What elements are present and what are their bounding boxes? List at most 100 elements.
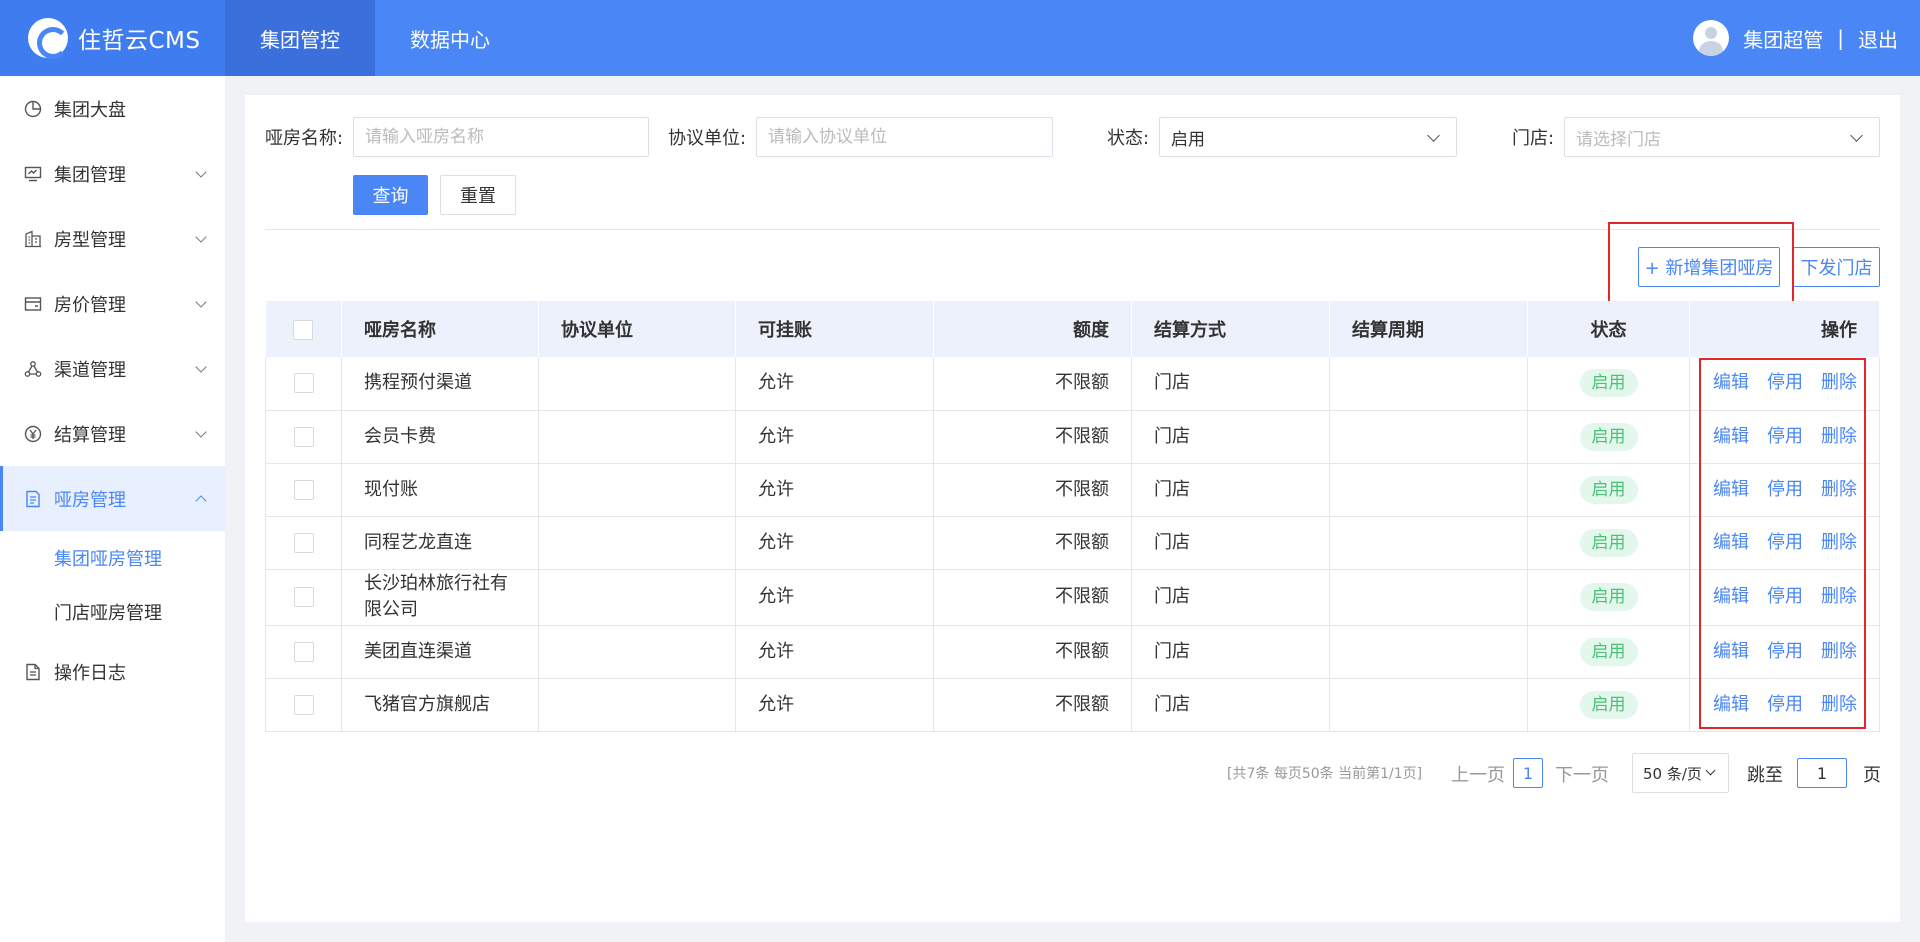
disable-link[interactable]: 停用 — [1767, 639, 1803, 665]
dispatch-button-label: 下发门店 — [1800, 258, 1873, 279]
sidebar-item-label: 房价管理 — [54, 294, 126, 316]
cell-credit: 允许 — [735, 463, 934, 517]
cell-cycle — [1329, 625, 1528, 679]
chevron-down-icon — [195, 296, 207, 308]
tab-label: 数据中心 — [410, 27, 490, 52]
sidebar-item-group-management[interactable]: 集团管理 — [0, 141, 225, 206]
sidebar-item-settlement[interactable]: 结算管理 — [0, 401, 225, 466]
cell-limit: 不限额 — [933, 516, 1132, 570]
disable-link[interactable]: 停用 — [1767, 424, 1803, 450]
sidebar-item-channel[interactable]: 渠道管理 — [0, 336, 225, 401]
disable-link[interactable]: 停用 — [1767, 530, 1803, 556]
row-checkbox[interactable] — [293, 694, 314, 715]
add-group-dummy-room-button[interactable]: + 新增集团哑房 — [1638, 247, 1780, 287]
reset-button[interactable]: 重置 — [440, 175, 516, 215]
row-checkbox[interactable] — [293, 532, 314, 553]
status-badge: 启用 — [1579, 637, 1638, 666]
edit-link[interactable]: 编辑 — [1713, 477, 1749, 503]
delete-link[interactable]: 删除 — [1821, 584, 1857, 610]
delete-link[interactable]: 删除 — [1821, 692, 1857, 718]
sidebar-subitem-group-dummy-room[interactable]: 集团哑房管理 — [0, 531, 225, 585]
room-name-input[interactable] — [353, 117, 649, 157]
sidebar-item-dummy-room[interactable]: 哑房管理 — [0, 466, 225, 531]
sidebar-subitem-label: 集团哑房管理 — [54, 549, 162, 570]
page-number-button[interactable]: 1 — [1513, 758, 1543, 788]
tab-data-center[interactable]: 数据中心 — [375, 0, 525, 76]
disable-link[interactable]: 停用 — [1767, 584, 1803, 610]
delete-link[interactable]: 删除 — [1821, 370, 1857, 396]
sidebar-item-room-price[interactable]: 房价管理 — [0, 271, 225, 336]
sidebar-item-dashboard[interactable]: 集团大盘 — [0, 76, 225, 141]
logout-link[interactable]: 退出 — [1858, 24, 1898, 53]
col-header: 可挂账 — [735, 301, 934, 357]
delete-link[interactable]: 删除 — [1821, 530, 1857, 556]
delete-link[interactable]: 删除 — [1821, 424, 1857, 450]
status-label: 状态: — [1107, 128, 1150, 149]
document-icon — [24, 490, 42, 508]
sidebar-item-label: 结算管理 — [54, 424, 126, 446]
row-checkbox[interactable] — [293, 426, 314, 447]
edit-link[interactable]: 编辑 — [1713, 692, 1749, 718]
cell-limit: 不限额 — [933, 569, 1132, 626]
select-all-cell — [265, 301, 342, 357]
page-size-select[interactable]: 50 条/页 — [1632, 753, 1729, 793]
top-header: 住哲云CMS 集团管控 数据中心 集团超管 | 退出 — [0, 0, 1920, 76]
avatar-icon[interactable] — [1693, 20, 1730, 56]
disable-link[interactable]: 停用 — [1767, 477, 1803, 503]
add-button-label: + 新增集团哑房 — [1644, 258, 1774, 279]
row-checkbox[interactable] — [293, 479, 314, 500]
row-checkbox[interactable] — [293, 641, 314, 662]
store-select[interactable]: 请选择门店 — [1564, 117, 1880, 157]
cell-agreement — [538, 463, 736, 517]
delete-link[interactable]: 删除 — [1821, 477, 1857, 503]
row-actions: 编辑 停用 删除 — [1712, 370, 1857, 396]
tab-group-control[interactable]: 集团管控 — [225, 0, 375, 76]
disable-link[interactable]: 停用 — [1767, 370, 1803, 396]
edit-link[interactable]: 编辑 — [1713, 370, 1749, 396]
cell-limit: 不限额 — [933, 410, 1132, 464]
page-suffix: 页 — [1863, 765, 1881, 786]
cell-status: 启用 — [1527, 678, 1690, 732]
user-name[interactable]: 集团超管 — [1743, 24, 1823, 53]
table-row: 长沙珀林旅行社有限公司 允许 不限额 门店 启用 编辑 停用 删除 — [265, 569, 1880, 626]
main-panel: 哑房名称: 协议单位: 状态: 启用 门店: 请选择门店 查询 重置 + 新增集… — [245, 95, 1900, 922]
cell-agreement — [538, 625, 736, 679]
cell-cycle — [1329, 678, 1528, 732]
edit-link[interactable]: 编辑 — [1713, 424, 1749, 450]
table-row: 会员卡费 允许 不限额 门店 启用 编辑 停用 删除 — [265, 410, 1880, 464]
sidebar-subitem-store-dummy-room[interactable]: 门店哑房管理 — [0, 585, 225, 639]
next-page-button[interactable]: 下一页 — [1555, 761, 1609, 787]
cell-ops: 编辑 停用 删除 — [1689, 625, 1880, 679]
cell-ops: 编辑 停用 删除 — [1689, 678, 1880, 732]
row-actions: 编辑 停用 删除 — [1712, 692, 1857, 718]
cell-credit: 允许 — [735, 569, 934, 626]
cell-agreement — [538, 678, 736, 732]
row-checkbox[interactable] — [293, 373, 314, 394]
sidebar-item-operation-log[interactable]: 操作日志 — [0, 639, 225, 704]
cell-agreement — [538, 357, 736, 411]
prev-page-button[interactable]: 上一页 — [1451, 761, 1505, 787]
jump-page-input[interactable] — [1797, 758, 1847, 788]
disable-link[interactable]: 停用 — [1767, 692, 1803, 718]
dispatch-to-store-button[interactable]: 下发门店 — [1793, 247, 1880, 287]
yen-icon — [24, 425, 42, 443]
tab-label: 集团管控 — [260, 27, 340, 52]
edit-link[interactable]: 编辑 — [1713, 639, 1749, 665]
status-select[interactable]: 启用 — [1159, 117, 1457, 157]
jump-label: 跳至 — [1747, 765, 1783, 786]
cell-limit: 不限额 — [933, 357, 1132, 411]
agreement-input[interactable] — [756, 117, 1053, 157]
cell-name: 美团直连渠道 — [341, 625, 539, 679]
delete-link[interactable]: 删除 — [1821, 639, 1857, 665]
edit-link[interactable]: 编辑 — [1713, 530, 1749, 556]
select-all-checkbox[interactable] — [293, 319, 314, 340]
row-check-cell — [265, 410, 342, 464]
query-button[interactable]: 查询 — [353, 175, 428, 215]
store-label: 门店: — [1512, 128, 1555, 149]
dummy-room-table: 哑房名称 协议单位 可挂账 额度 结算方式 结算周期 状态 操作 携程预付渠道允… — [265, 301, 1880, 732]
logo[interactable]: 住哲云CMS — [0, 0, 225, 76]
edit-link[interactable]: 编辑 — [1713, 584, 1749, 610]
row-checkbox[interactable] — [293, 587, 314, 607]
row-check-cell — [265, 569, 342, 626]
sidebar-item-room-type[interactable]: 房型管理 — [0, 206, 225, 271]
